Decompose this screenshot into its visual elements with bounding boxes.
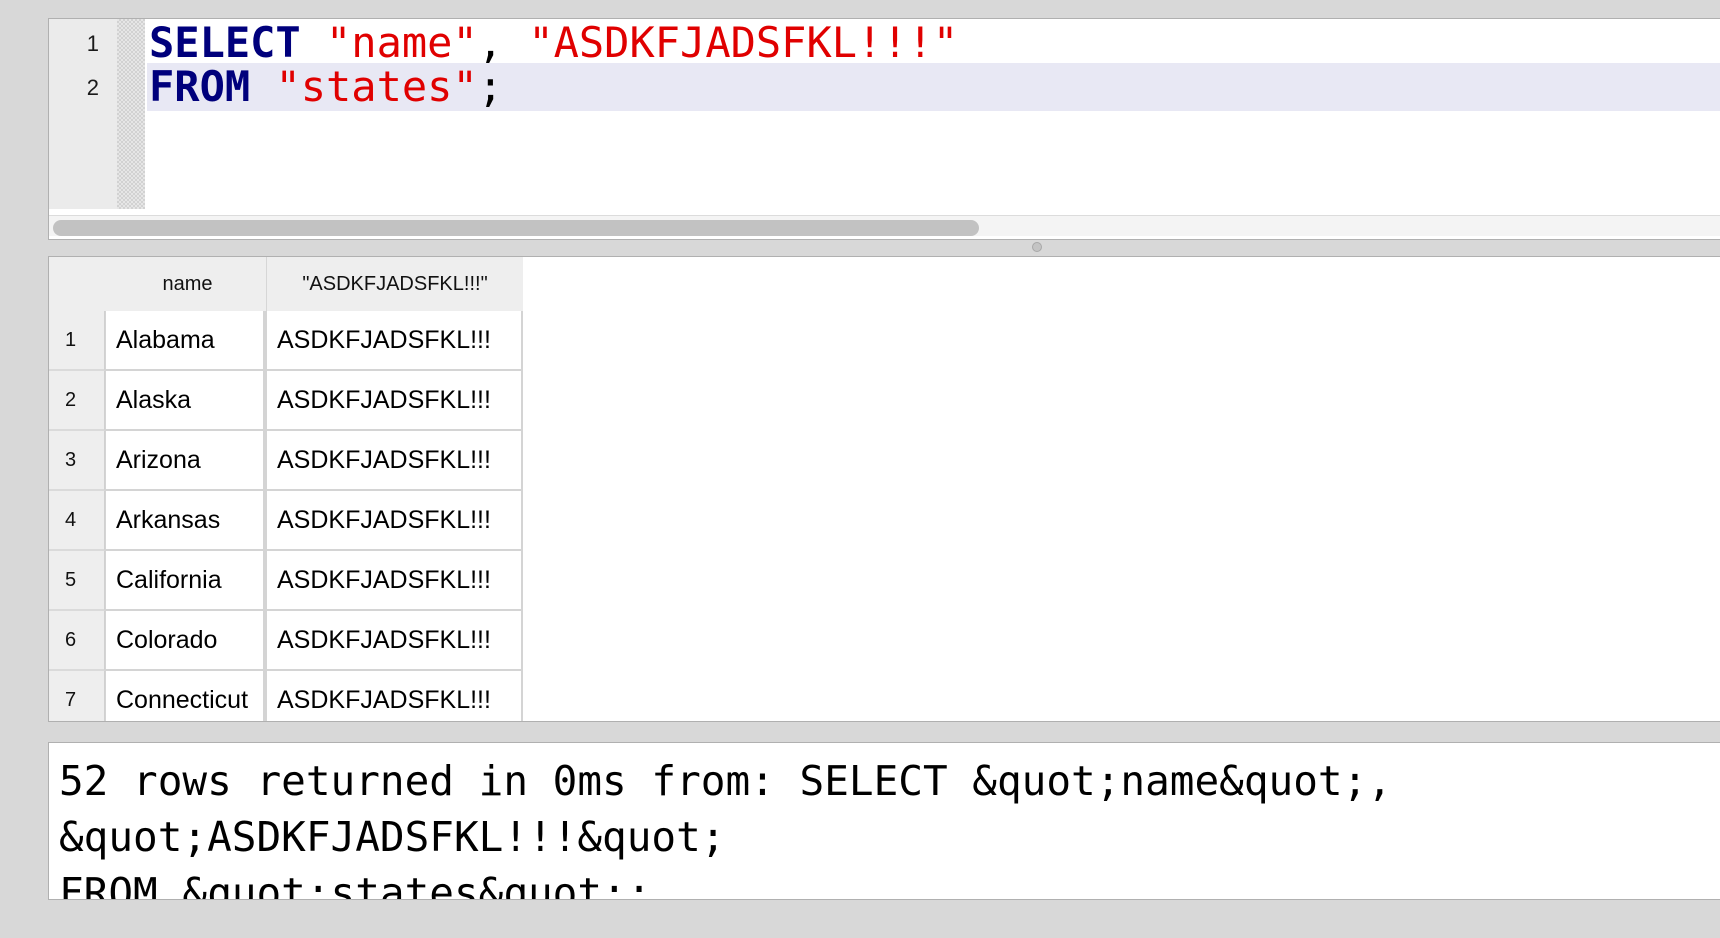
query-message-pane[interactable]: 52 rows returned in 0ms from: SELECT &qu… [48,742,1720,900]
sql-token-space [301,19,326,67]
cell-name[interactable]: California [105,551,265,611]
cell-literal[interactable]: ASDKFJADSFKL!!! [265,611,523,671]
sql-token-punct: ; [477,62,504,111]
sql-token-space [250,62,275,111]
row-number[interactable]: 4 [49,491,105,551]
sql-token-string: "ASDKFJADSFKL!!!" [528,18,959,67]
table-row[interactable]: 3 Arizona ASDKFJADSFKL!!! [49,431,523,491]
sql-token-keyword: FROM [149,62,251,111]
cell-name[interactable]: Arkansas [105,491,265,551]
line-number: 2 [86,75,99,100]
cell-literal[interactable]: ASDKFJADSFKL!!! [265,671,523,721]
code-line-1[interactable]: 1 SELECT "name", "ASDKFJADSFKL!!!" [49,19,1720,67]
message-line: 52 rows returned in 0ms from: SELECT &qu… [59,757,1392,805]
pane-splitter-handle[interactable] [1032,242,1042,252]
cell-name[interactable]: Colorado [105,611,265,671]
table-row[interactable]: 7 Connecticut ASDKFJADSFKL!!! [49,671,523,721]
cell-name[interactable]: Connecticut [105,671,265,721]
sql-token-punct: , [477,18,529,67]
table-row[interactable]: 5 California ASDKFJADSFKL!!! [49,551,523,611]
message-line: &quot;ASDKFJADSFKL!!!&quot; [59,813,726,861]
cell-literal[interactable]: ASDKFJADSFKL!!! [265,431,523,491]
row-number[interactable]: 3 [49,431,105,491]
column-header-literal[interactable]: "ASDKFJADSFKL!!!" [267,257,523,311]
cell-name[interactable]: Alabama [105,311,265,371]
row-number[interactable]: 2 [49,371,105,431]
cell-literal[interactable]: ASDKFJADSFKL!!! [265,551,523,611]
table-row[interactable]: 1 Alabama ASDKFJADSFKL!!! [49,311,523,371]
cell-name[interactable]: Arizona [105,431,265,491]
cell-literal[interactable]: ASDKFJADSFKL!!! [265,371,523,431]
line-number: 1 [86,31,99,56]
row-number[interactable]: 1 [49,311,105,371]
sql-token-string: "states" [275,62,478,111]
message-line: FROM &quot;states&quot;; [59,869,652,900]
table-row[interactable]: 4 Arkansas ASDKFJADSFKL!!! [49,491,523,551]
results-grid[interactable]: name "ASDKFJADSFKL!!!" 1 Alabama ASDKFJA… [48,256,1720,722]
editor-horizontal-scrollbar[interactable] [49,215,1720,236]
query-result-message: 52 rows returned in 0ms from: SELECT &qu… [59,753,1392,900]
row-number[interactable]: 6 [49,611,105,671]
row-number[interactable]: 5 [49,551,105,611]
scrollbar-thumb[interactable] [53,220,979,236]
row-number[interactable]: 7 [49,671,105,721]
code-line-2[interactable]: 2 FROM "states"; [49,63,1720,111]
sql-token-keyword: SELECT [149,18,301,67]
sql-token-string: "name" [326,18,478,67]
sql-editor[interactable]: 1 SELECT "name", "ASDKFJADSFKL!!!" 2 FRO… [48,18,1720,240]
code-text[interactable]: FROM "states"; [149,63,503,111]
table-row[interactable]: 6 Colorado ASDKFJADSFKL!!! [49,611,523,671]
code-text[interactable]: SELECT "name", "ASDKFJADSFKL!!!" [149,19,958,67]
grid-header-row: name "ASDKFJADSFKL!!!" [49,257,523,311]
table-row[interactable]: 2 Alaska ASDKFJADSFKL!!! [49,371,523,431]
cell-name[interactable]: Alaska [105,371,265,431]
cell-literal[interactable]: ASDKFJADSFKL!!! [265,311,523,371]
column-header-name[interactable]: name [49,257,267,311]
cell-literal[interactable]: ASDKFJADSFKL!!! [265,491,523,551]
